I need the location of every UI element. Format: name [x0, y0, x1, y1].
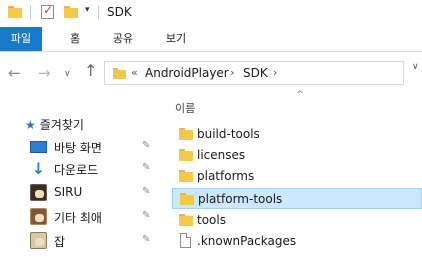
navigation-pane: ★ 즐겨찾기 바탕 화면 ✎ ↓ 다운로드 ✎ SIRU ✎ 기타 최애 ✎ 잡 … [0, 96, 160, 257]
avatar-icon [30, 232, 47, 249]
sidebar-item-label: SIRU [54, 185, 83, 199]
pin-icon[interactable]: ✎ [142, 210, 150, 221]
sidebar-item-desktop[interactable]: 바탕 화면 ✎ [30, 136, 155, 158]
forward-button[interactable]: → [38, 65, 51, 81]
file-name: platform-tools [198, 192, 283, 206]
new-folder-icon[interactable] [64, 6, 78, 18]
ribbon-tabs: 파일 홈 공유 보기 [0, 27, 422, 52]
properties-icon[interactable]: ✓ [41, 3, 54, 19]
divider [30, 6, 31, 19]
tab-file[interactable]: 파일 [0, 27, 42, 51]
folder-icon [179, 149, 193, 161]
divider [98, 6, 99, 19]
back-button[interactable]: ← [8, 65, 21, 81]
navigation-bar: ← → ∨ ↑ « AndroidPlayer › SDK › [0, 52, 422, 96]
list-item[interactable]: tools [172, 210, 422, 231]
breadcrumb-overflow[interactable]: « [131, 66, 138, 79]
quick-access-label: 즐겨찾기 [39, 118, 84, 132]
window-title: SDK [107, 5, 132, 19]
list-item[interactable]: .knownPackages [172, 231, 422, 252]
download-icon: ↓ [31, 159, 46, 178]
breadcrumb-sdk[interactable]: SDK [243, 66, 268, 80]
address-bar[interactable]: « AndroidPlayer › SDK › [104, 61, 404, 85]
desktop-icon [30, 141, 47, 153]
sidebar-item-other-favorites[interactable]: 기타 최애 ✎ [30, 206, 155, 228]
folder-icon[interactable] [8, 6, 22, 18]
file-name: platforms [197, 169, 255, 183]
address-dropdown-button[interactable]: ∨ [412, 62, 419, 72]
file-name: .knownPackages [197, 234, 297, 248]
column-header-name[interactable]: 이름 [175, 100, 195, 116]
tab-share[interactable]: 공유 [105, 27, 141, 51]
up-button[interactable]: ↑ [84, 63, 97, 79]
star-icon: ★ [25, 118, 36, 132]
breadcrumb-separator[interactable]: › [273, 66, 277, 79]
list-item[interactable]: licenses [172, 145, 422, 166]
folder-icon [180, 193, 194, 205]
pin-icon[interactable]: ✎ [142, 186, 150, 197]
folder-icon [113, 68, 126, 79]
sort-indicator-icon: ^ [296, 90, 304, 100]
pin-icon[interactable]: ✎ [142, 140, 150, 151]
list-item[interactable]: platforms [172, 166, 422, 187]
list-item-selected[interactable]: platform-tools [172, 188, 422, 209]
avatar-icon [30, 184, 47, 201]
breadcrumb-androidplayer[interactable]: AndroidPlayer [145, 66, 229, 80]
quick-access-toolbar-dropdown[interactable]: ▾ [85, 5, 90, 15]
tab-home[interactable]: 홈 [60, 27, 90, 51]
sidebar-item-label: 다운로드 [54, 163, 99, 177]
folder-icon [179, 214, 193, 226]
sidebar-item-label: 바탕 화면 [54, 141, 102, 155]
pin-icon[interactable]: ✎ [142, 234, 150, 245]
sidebar-item-label: 기타 최애 [54, 211, 102, 225]
sidebar-item-misc[interactable]: 잡 ✎ [30, 230, 155, 252]
sidebar-item-downloads[interactable]: ↓ 다운로드 ✎ [30, 158, 155, 180]
avatar-icon [30, 208, 47, 225]
folder-icon [179, 170, 193, 182]
file-name: licenses [197, 148, 246, 162]
pin-icon[interactable]: ✎ [142, 162, 150, 173]
list-item[interactable]: build-tools [172, 124, 422, 145]
title-bar: ✓ ▾ SDK [0, 0, 422, 27]
file-name: tools [197, 213, 226, 227]
document-icon [180, 233, 191, 248]
quick-access-header[interactable]: ★ 즐겨찾기 [25, 116, 84, 133]
folder-icon [179, 128, 193, 140]
sidebar-item-siru[interactable]: SIRU ✎ [30, 182, 155, 204]
sidebar-item-label: 잡 [54, 235, 66, 249]
recent-locations-button[interactable]: ∨ [64, 66, 71, 82]
file-name: build-tools [197, 127, 260, 141]
tab-view[interactable]: 보기 [158, 27, 194, 51]
breadcrumb-separator[interactable]: › [230, 66, 234, 79]
